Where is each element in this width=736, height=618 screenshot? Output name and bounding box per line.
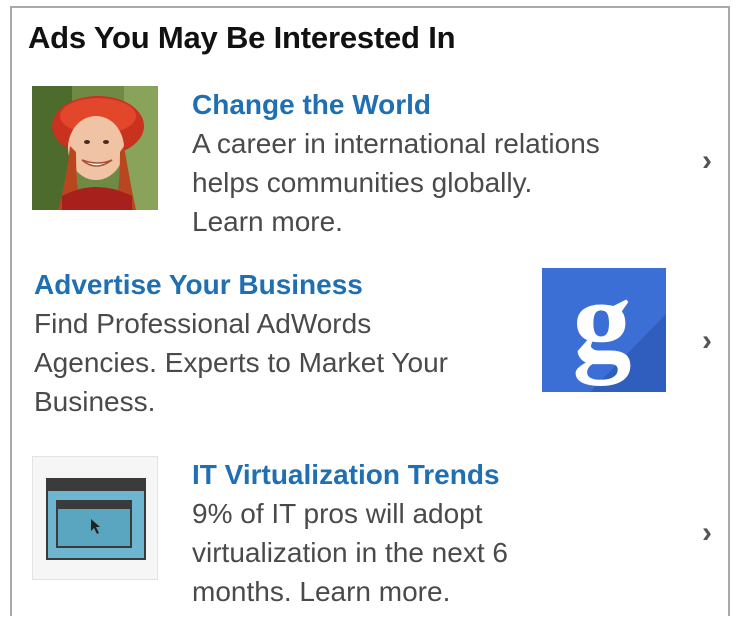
ad-title[interactable]: IT Virtualization Trends	[192, 458, 500, 492]
ad-item-advertise-your-business[interactable]: Advertise Your Business Find Professiona…	[12, 262, 728, 432]
window-screen-icon	[32, 456, 158, 580]
chevron-right-icon[interactable]: ›	[702, 146, 712, 176]
chevron-right-icon[interactable]: ›	[702, 326, 712, 356]
woman-portrait-image	[32, 86, 158, 210]
ad-title[interactable]: Change the World	[192, 88, 431, 122]
ad-title[interactable]: Advertise Your Business	[34, 268, 363, 302]
ad-description: Find Professional AdWords Agencies. Expe…	[34, 308, 448, 417]
ad-description: A career in international relations help…	[192, 128, 600, 237]
panel-title: Ads You May Be Interested In	[28, 20, 456, 55]
chevron-right-icon[interactable]: ›	[702, 518, 712, 548]
ads-panel: Ads You May Be Interested In Change the …	[10, 6, 730, 616]
ad-item-change-the-world[interactable]: Change the World A career in internation…	[12, 82, 728, 252]
ad-item-it-virtualization-trends[interactable]: IT Virtualization Trends 9% of IT pros w…	[12, 452, 728, 618]
ad-description: 9% of IT pros will adopt virtualization …	[192, 498, 508, 607]
svg-text:g: g	[573, 268, 632, 386]
google-logo-icon: g	[542, 268, 666, 392]
